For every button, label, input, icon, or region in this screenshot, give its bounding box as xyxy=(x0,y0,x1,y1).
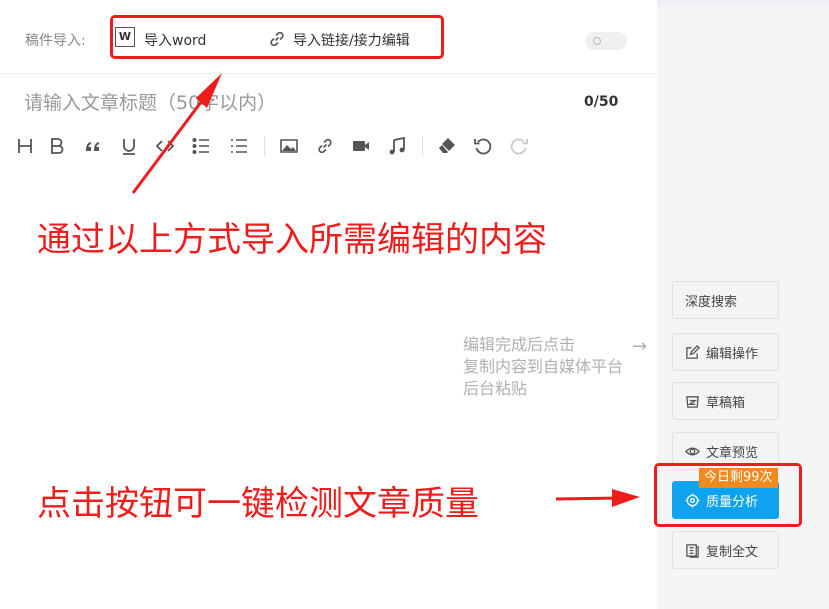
deep-search-label: 深度搜索 xyxy=(685,294,738,310)
insert-link-icon[interactable] xyxy=(312,132,338,160)
quote-icon[interactable] xyxy=(80,132,106,160)
quality-highlight-box xyxy=(654,463,802,527)
import-highlight-box xyxy=(110,15,444,59)
import-toggle[interactable] xyxy=(585,32,627,50)
edit-ops-label: 编辑操作 xyxy=(706,346,759,362)
editor-toolbar xyxy=(12,132,552,160)
code-icon[interactable] xyxy=(152,132,178,160)
image-icon[interactable] xyxy=(276,132,302,160)
copy-hint-line: 编辑完成后点击 xyxy=(463,335,576,354)
copy-all-label: 复制全文 xyxy=(706,544,759,560)
quality-annotation: 点击按钮可一键检测文章质量 xyxy=(37,484,479,524)
import-label: 稿件导入: xyxy=(25,33,86,49)
title-input[interactable] xyxy=(24,88,584,118)
undo-icon[interactable] xyxy=(470,132,496,160)
deep-search-button[interactable]: 深度搜索 xyxy=(672,281,779,319)
bold-icon[interactable] xyxy=(44,132,70,160)
copy-hint: 编辑完成后点击 复制内容到自媒体平台 后台粘贴 xyxy=(463,334,623,400)
toolbar-divider xyxy=(422,136,423,156)
video-icon[interactable] xyxy=(348,132,374,160)
toolbar-divider xyxy=(264,136,265,156)
edit-ops-button[interactable]: 编辑操作 xyxy=(672,333,779,371)
clear-format-icon[interactable] xyxy=(434,132,460,160)
eye-icon xyxy=(685,447,700,455)
heading-icon[interactable] xyxy=(12,132,38,160)
unordered-list-icon[interactable] xyxy=(226,132,252,160)
redo-icon[interactable] xyxy=(506,132,532,160)
drafts-label: 草稿箱 xyxy=(706,395,746,411)
drafts-button[interactable]: 草稿箱 xyxy=(672,382,779,420)
copy-icon xyxy=(686,543,699,558)
edit-icon xyxy=(686,344,700,359)
drafts-icon xyxy=(686,395,699,408)
copy-all-button[interactable]: 复制全文 xyxy=(672,531,779,569)
toggle-knob xyxy=(593,37,601,45)
preview-label: 文章预览 xyxy=(706,445,759,461)
ordered-list-icon[interactable] xyxy=(188,132,214,160)
hint-arrow-icon: → xyxy=(632,336,648,357)
music-icon[interactable] xyxy=(384,132,410,160)
copy-hint-line: 后台粘贴 xyxy=(463,379,528,398)
editor-panel: 稿件导入: W 导入word 导入链接/接力编辑 0/50 xyxy=(0,0,657,609)
title-char-count: 0/50 xyxy=(584,94,619,110)
import-annotation: 通过以上方式导入所需编辑的内容 xyxy=(37,220,547,260)
underline-icon[interactable] xyxy=(116,132,142,160)
copy-hint-line: 复制内容到自媒体平台 xyxy=(463,357,624,376)
